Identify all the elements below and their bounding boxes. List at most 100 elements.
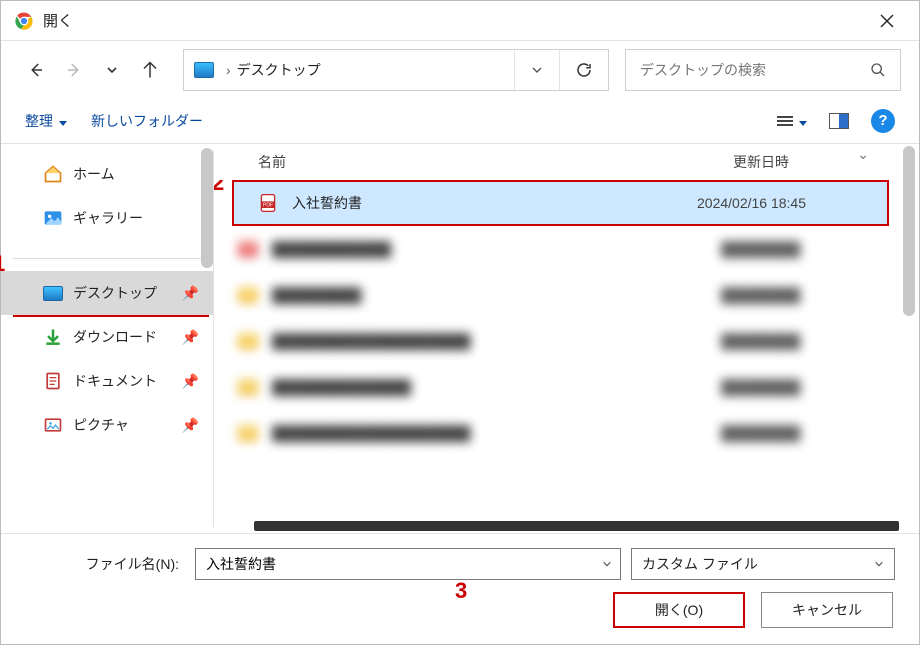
sidebar-item-label: ピクチャ xyxy=(73,415,129,435)
horizontal-scrollbar[interactable] xyxy=(254,521,899,531)
close-button[interactable] xyxy=(865,1,909,41)
main-area: ホーム ギャラリー 1 デスクトップ 📌 ダウンロード xyxy=(1,143,919,533)
refresh-icon xyxy=(575,61,593,79)
organize-label: 整理 xyxy=(25,111,53,131)
refresh-button[interactable] xyxy=(560,50,608,90)
desktop-icon xyxy=(194,62,214,78)
file-name: ████████████ xyxy=(268,241,721,257)
open-button[interactable]: 開く(O) xyxy=(613,592,745,628)
filename-combobox[interactable] xyxy=(195,548,621,580)
breadcrumb-sep-icon: › xyxy=(224,62,237,78)
cancel-button-label: キャンセル xyxy=(792,600,862,620)
footer: ファイル名(N): カスタム ファイル 3 開く(O) キャンセル xyxy=(1,533,919,644)
file-date: ████████ xyxy=(721,241,911,257)
file-row[interactable]: █████████████████ xyxy=(214,272,911,318)
sidebar-item-gallery[interactable]: ギャラリー xyxy=(1,196,213,240)
breadcrumb[interactable]: › デスクトップ xyxy=(184,50,514,90)
sidebar-item-label: ギャラリー xyxy=(73,208,143,228)
titlebar: 開く xyxy=(1,1,919,41)
column-date[interactable]: 更新日時⌄ xyxy=(733,152,919,172)
view-menu[interactable] xyxy=(777,113,807,129)
up-button[interactable] xyxy=(133,53,167,87)
pin-icon: 📌 xyxy=(182,285,199,302)
toolbar: 整理 新しいフォルダー ? xyxy=(1,99,919,143)
sidebar: ホーム ギャラリー 1 デスクトップ 📌 ダウンロード xyxy=(1,144,213,533)
list-view-icon xyxy=(777,116,793,126)
address-bar[interactable]: › デスクトップ xyxy=(183,49,609,91)
new-folder-button[interactable]: 新しいフォルダー xyxy=(91,111,203,131)
new-folder-label: 新しいフォルダー xyxy=(91,111,203,131)
desktop-icon xyxy=(43,283,63,303)
file-row-selected[interactable]: PDF 入社誓約書 2024/02/16 18:45 xyxy=(232,180,889,226)
folder-icon xyxy=(238,425,268,441)
pin-icon: 📌 xyxy=(182,373,199,390)
sidebar-item-label: デスクトップ xyxy=(73,283,157,303)
recent-dropdown[interactable] xyxy=(95,53,129,87)
file-row[interactable]: ████████████████████ xyxy=(214,226,911,272)
file-date: ████████ xyxy=(721,333,911,349)
panel-icon xyxy=(829,113,849,129)
address-dropdown[interactable] xyxy=(514,50,560,90)
open-button-label: 開く(O) xyxy=(655,600,703,620)
search-input[interactable] xyxy=(640,62,870,78)
sidebar-item-desktop[interactable]: デスクトップ 📌 xyxy=(1,271,213,315)
file-row[interactable]: ████████████████████████████ xyxy=(214,410,911,456)
file-name: ████████████████████ xyxy=(268,333,721,349)
file-name: ████████████████████ xyxy=(268,425,721,441)
forward-button[interactable] xyxy=(57,53,91,87)
filter-label: カスタム ファイル xyxy=(642,554,758,574)
file-type-filter[interactable]: カスタム ファイル xyxy=(631,548,895,580)
organize-menu[interactable]: 整理 xyxy=(25,111,67,131)
column-headers: 名前 更新日時⌄ xyxy=(214,144,919,180)
file-name: 入社誓約書 xyxy=(288,193,697,213)
cancel-button[interactable]: キャンセル xyxy=(761,592,893,628)
pdf-icon: PDF xyxy=(258,193,288,213)
arrow-up-icon xyxy=(141,61,159,79)
file-date: 2024/02/16 18:45 xyxy=(697,195,887,211)
help-icon: ? xyxy=(871,109,895,133)
sidebar-item-home[interactable]: ホーム xyxy=(1,152,213,196)
sidebar-divider xyxy=(13,258,201,259)
chevron-down-icon xyxy=(106,64,118,76)
sidebar-item-downloads[interactable]: ダウンロード 📌 xyxy=(1,315,213,359)
sidebar-item-label: ホーム xyxy=(73,164,115,184)
caret-down-icon xyxy=(59,113,67,129)
open-file-dialog: 開く › デスクトップ 整理 新しいフォルダー xyxy=(0,0,920,645)
pin-icon: 📌 xyxy=(182,329,199,346)
search-box[interactable] xyxy=(625,49,901,91)
file-date: ████████ xyxy=(721,425,911,441)
file-row[interactable]: ██████████████████████ xyxy=(214,364,911,410)
breadcrumb-location: デスクトップ xyxy=(237,60,321,80)
svg-text:PDF: PDF xyxy=(263,202,273,208)
sidebar-item-documents[interactable]: ドキュメント 📌 xyxy=(1,359,213,403)
back-button[interactable] xyxy=(19,53,53,87)
file-name: ██████████████ xyxy=(268,379,721,395)
file-list: 2 PDF 入社誓約書 2024/02/16 18:45 ███████████… xyxy=(214,180,919,533)
nav-row: › デスクトップ xyxy=(1,41,919,99)
dialog-title: 開く xyxy=(43,10,865,31)
chevron-down-icon xyxy=(531,64,543,76)
filename-input[interactable] xyxy=(196,556,594,572)
sidebar-item-pictures[interactable]: ピクチャ 📌 xyxy=(1,403,213,447)
file-name: █████████ xyxy=(268,287,721,303)
column-name[interactable]: 名前 xyxy=(258,152,733,172)
filename-dropdown[interactable] xyxy=(594,549,620,579)
arrow-left-icon xyxy=(27,61,45,79)
download-icon xyxy=(43,327,63,347)
help-button[interactable]: ? xyxy=(871,109,895,133)
chevron-down-icon xyxy=(874,556,884,572)
file-date: ████████ xyxy=(721,379,911,395)
sort-indicator-icon: ⌄ xyxy=(857,146,869,163)
folder-icon xyxy=(238,333,268,349)
file-date: ████████ xyxy=(721,287,911,303)
gallery-icon xyxy=(43,208,63,228)
home-icon xyxy=(43,164,63,184)
preview-pane-toggle[interactable] xyxy=(829,113,849,129)
pin-icon: 📌 xyxy=(182,417,199,434)
file-row[interactable]: ████████████████████████████ xyxy=(214,318,911,364)
pictures-icon xyxy=(43,415,63,435)
folder-icon xyxy=(238,241,268,257)
chrome-icon xyxy=(15,12,33,30)
annotation-2: 2 xyxy=(214,180,224,196)
sidebar-item-label: ダウンロード xyxy=(73,327,157,347)
